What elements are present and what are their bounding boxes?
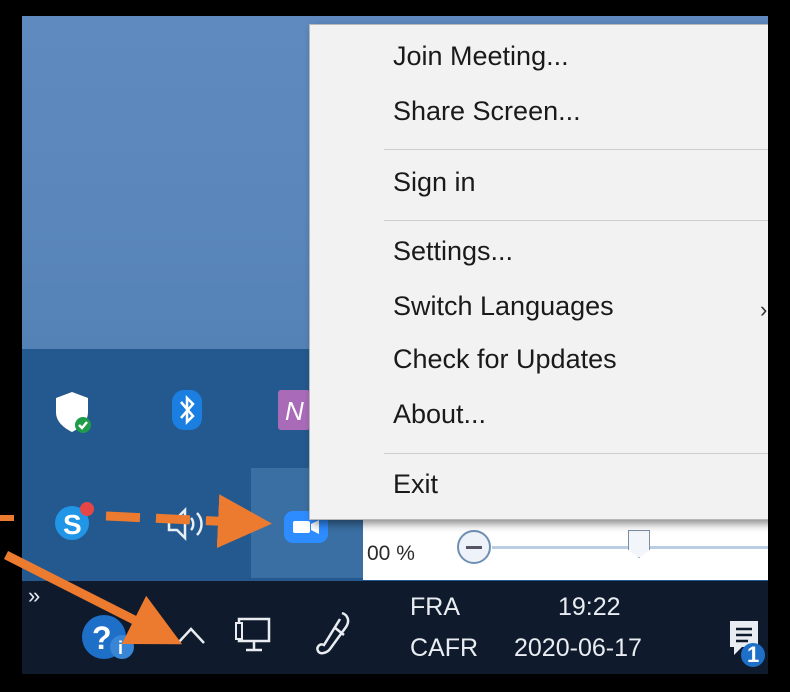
- screenshot-stage: N S 00 % » ? i FRA CAFR 19:22 2020-06-17…: [0, 0, 790, 692]
- annotation-arrow-to-zoom: [105, 494, 272, 549]
- annotation-arrows: [0, 494, 272, 645]
- annotation-arrow-to-chevron: [3, 550, 183, 645]
